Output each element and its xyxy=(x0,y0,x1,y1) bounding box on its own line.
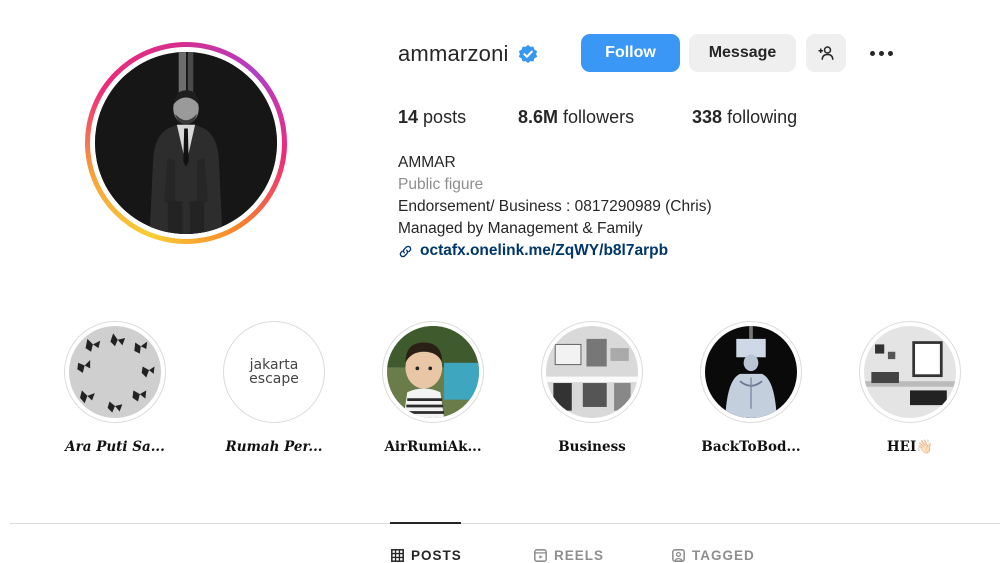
highlight-cover xyxy=(387,326,479,418)
tab-label: TAGGED xyxy=(692,548,755,563)
bio-name: AMMAR xyxy=(398,154,456,171)
active-tab-indicator xyxy=(390,522,461,524)
highlight-item[interactable]: Business xyxy=(522,321,662,455)
posts-count: 14 xyxy=(398,107,419,127)
avatar-gap xyxy=(90,47,282,239)
bio-line: Managed by Management & Family xyxy=(398,220,643,237)
highlight-cover xyxy=(864,326,956,418)
reels-icon xyxy=(534,549,547,562)
highlight-label: BackToBod... xyxy=(701,439,801,455)
highlight-ring xyxy=(64,321,166,423)
tab-tagged[interactable]: TAGGED xyxy=(672,548,755,563)
bio-category: Public figure xyxy=(398,176,484,193)
highlight-item[interactable]: BackToBod... xyxy=(681,321,821,455)
logo-text: escape xyxy=(249,371,299,387)
highlight-cover: jakarta escape xyxy=(228,326,320,418)
following-label: following xyxy=(727,107,798,127)
username: ammarzoni xyxy=(398,41,509,66)
logo-text: jakarta xyxy=(249,357,299,373)
bio-link[interactable]: octafx.onelink.me/ZqWY/b8l7arpb xyxy=(398,240,668,262)
message-button[interactable]: Message xyxy=(689,34,796,72)
grid-icon xyxy=(391,549,404,562)
more-dot xyxy=(869,50,875,56)
highlight-ring xyxy=(541,321,643,423)
office-photo xyxy=(546,326,638,418)
following-count: 338 xyxy=(692,107,723,127)
highlight-label: HEI👋🏻 xyxy=(886,439,934,455)
jakarta-escape-logo: jakarta escape xyxy=(249,358,299,386)
more-dot xyxy=(887,50,893,56)
desk-photo xyxy=(864,326,956,418)
highlight-ring: jakarta escape xyxy=(223,321,325,423)
username-row: ammarzoni xyxy=(398,34,539,74)
highlight-label: Business xyxy=(558,439,626,455)
tab-posts[interactable]: POSTS xyxy=(391,548,462,563)
link-icon xyxy=(399,245,412,257)
tab-label: POSTS xyxy=(411,548,462,563)
highlight-cover xyxy=(69,326,161,418)
bio-link-text: octafx.onelink.me/ZqWY/b8l7arpb xyxy=(420,242,669,259)
follow-button[interactable]: Follow xyxy=(581,34,680,72)
highlight-item[interactable]: HEI👋🏻 xyxy=(840,321,980,455)
followers-stat[interactable]: 8.6M followers xyxy=(518,107,634,128)
highlight-label: Ara Puti Sa... xyxy=(65,439,165,455)
more-dot xyxy=(878,50,884,56)
profile-avatar xyxy=(95,52,277,234)
more-options-icon[interactable] xyxy=(864,42,898,64)
tab-reels[interactable]: REELS xyxy=(534,548,604,563)
tab-label: REELS xyxy=(554,548,605,563)
following-stat[interactable]: 338 following xyxy=(692,107,797,128)
tagged-icon xyxy=(672,549,685,562)
child-photo xyxy=(387,326,479,418)
followers-label: followers xyxy=(563,107,635,127)
butterflies-image xyxy=(69,326,161,418)
highlight-item[interactable]: AirRumiAk... xyxy=(363,321,503,455)
highlight-ring xyxy=(700,321,802,423)
avatar-photo-illustration xyxy=(95,52,277,234)
tabs-divider xyxy=(10,523,1000,524)
highlight-label: AirRumiAk... xyxy=(384,439,482,455)
posts-stat: 14 posts xyxy=(398,107,466,128)
suggest-similar-button[interactable] xyxy=(806,34,846,72)
highlight-label: Rumah Per... xyxy=(225,439,323,455)
bio-line: Endorsement/ Business : 0817290989 (Chri… xyxy=(398,198,712,215)
highlight-cover xyxy=(705,326,797,418)
posts-label: posts xyxy=(423,107,467,127)
highlight-ring xyxy=(859,321,961,423)
profile-avatar-story-ring[interactable] xyxy=(85,42,287,244)
followers-count: 8.6M xyxy=(518,107,559,127)
highlight-item[interactable]: Ara Puti Sa... xyxy=(45,321,185,455)
highlight-ring xyxy=(382,321,484,423)
highlight-cover xyxy=(546,326,638,418)
verified-badge-icon xyxy=(517,43,539,65)
add-user-icon xyxy=(818,46,834,60)
fitness-photo xyxy=(705,326,797,418)
highlight-item[interactable]: jakarta escape Rumah Per... xyxy=(204,321,344,455)
